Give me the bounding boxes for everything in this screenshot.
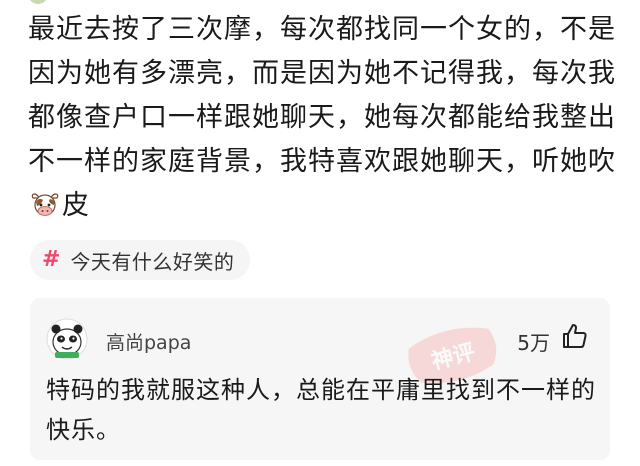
- post-body-text: 最近去按了三次摩，每次都找同一个女的，不是因为她有多漂亮，而是因为她不记得我，每…: [28, 8, 628, 228]
- cow-face-emoji: [31, 193, 59, 216]
- post-text-tail: 皮: [62, 190, 90, 221]
- hash-icon: #: [42, 247, 61, 272]
- comment-text: 特码的我就服这种人，总能在平庸里找到不一样的快乐。: [46, 376, 596, 444]
- post-text: 最近去按了三次摩，每次都找同一个女的，不是因为她有多漂亮，而是因为她不记得我，每…: [28, 14, 616, 177]
- avatar[interactable]: [46, 318, 88, 360]
- topic-label: 今天有什么好笑的: [70, 249, 235, 274]
- topic-tag[interactable]: # 今天有什么好笑的: [30, 240, 251, 280]
- previous-avatar-edge: [28, 0, 48, 4]
- top-comment-card[interactable]: 高尚papa 神评 5万 特码的我就服这种人，总能在平庸里找到不一样的快乐。: [30, 298, 610, 460]
- thumbs-up-icon[interactable]: [560, 322, 588, 350]
- post-page: 最近去按了三次摩，每次都找同一个女的，不是因为她有多漂亮，而是因为她不记得我，每…: [0, 0, 640, 466]
- like-count: 5万: [517, 331, 550, 355]
- commenter-name[interactable]: 高尚papa: [106, 328, 191, 355]
